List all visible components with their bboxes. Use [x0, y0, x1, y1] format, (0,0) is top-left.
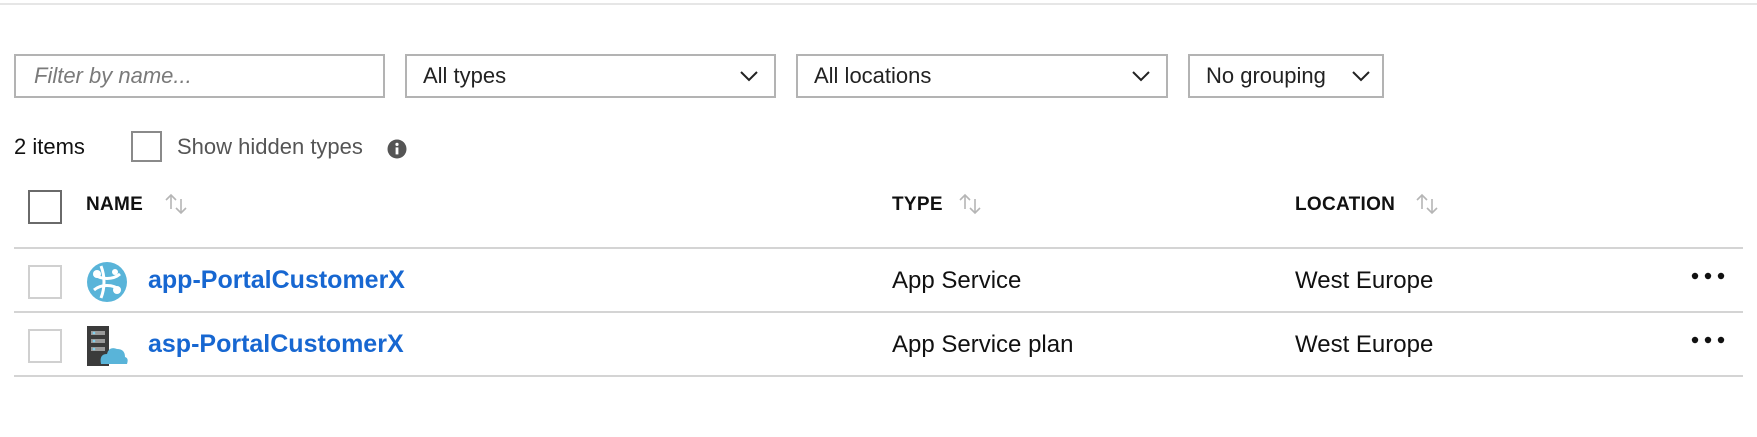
sort-icon[interactable]	[957, 192, 983, 216]
location-filter-dropdown[interactable]: All locations	[796, 54, 1168, 98]
row-checkbox[interactable]	[28, 329, 62, 363]
filter-by-name-input[interactable]	[14, 54, 385, 98]
resource-type: App Service	[892, 267, 1022, 294]
location-filter-value: All locations	[814, 63, 932, 88]
column-header-location[interactable]: LOCATION	[1295, 194, 1395, 216]
type-filter-value: All types	[423, 63, 507, 88]
column-header-type[interactable]: TYPE	[892, 194, 943, 216]
info-icon[interactable]	[387, 139, 407, 159]
header-divider	[14, 247, 1743, 249]
column-header-name[interactable]: NAME	[86, 194, 143, 216]
resource-name-link[interactable]: app-PortalCustomerX	[148, 266, 405, 295]
sort-icon[interactable]	[1414, 192, 1440, 216]
more-options-icon[interactable]	[1688, 264, 1728, 288]
row-divider	[14, 311, 1743, 313]
type-filter-dropdown[interactable]: All types	[405, 54, 776, 98]
table-row[interactable]: asp-PortalCustomerX App Service plan Wes…	[0, 314, 1757, 376]
more-options-icon[interactable]	[1688, 328, 1728, 352]
app-service-plan-icon	[87, 326, 128, 366]
chevron-down-icon	[740, 71, 758, 82]
chevron-down-icon	[1132, 71, 1150, 82]
resource-location: West Europe	[1295, 267, 1434, 294]
resource-type: App Service plan	[892, 331, 1074, 358]
sort-icon[interactable]	[163, 192, 189, 216]
resource-name-link[interactable]: asp-PortalCustomerX	[148, 330, 404, 359]
chevron-down-icon	[1352, 71, 1370, 82]
top-divider	[0, 3, 1757, 5]
items-count: 2 items	[14, 134, 85, 159]
row-checkbox[interactable]	[28, 265, 62, 299]
grouping-dropdown[interactable]: No grouping	[1188, 54, 1384, 98]
app-service-icon	[87, 262, 127, 302]
select-all-checkbox[interactable]	[28, 190, 62, 224]
table-row[interactable]: app-PortalCustomerX App Service West Eur…	[0, 250, 1757, 312]
grouping-value: No grouping	[1206, 63, 1326, 88]
row-divider	[14, 375, 1743, 377]
show-hidden-types-label[interactable]: Show hidden types	[177, 134, 363, 160]
show-hidden-types-checkbox[interactable]	[131, 131, 162, 162]
filter-by-name-field[interactable]	[34, 56, 365, 96]
resource-location: West Europe	[1295, 331, 1434, 358]
